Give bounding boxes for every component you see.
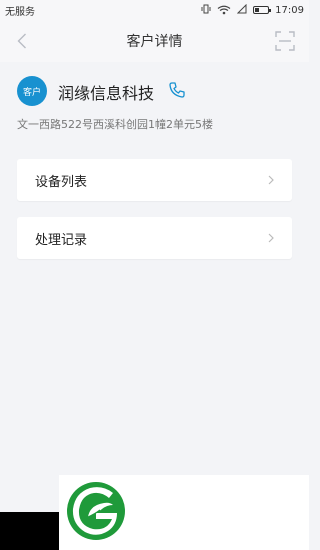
- customer-address: 文一西路522号西溪科创园1幢2单元5楼: [17, 118, 213, 131]
- chevron-left-icon: [17, 33, 26, 49]
- clock-text: 17:09: [275, 4, 304, 16]
- nav-bar: 客户详情: [0, 20, 309, 62]
- carrier-text: 无服务: [5, 6, 35, 18]
- process-records-label: 处理记录: [35, 232, 88, 248]
- company-name: 润缘信息科技: [58, 84, 155, 103]
- signal-off-icon: [236, 3, 247, 17]
- customer-header: 客户 润缘信息科技 文一西路522号西溪科创园1幢2单元5楼: [0, 62, 309, 150]
- scan-button[interactable]: [273, 29, 297, 53]
- process-records-item[interactable]: 处理记录: [17, 217, 292, 259]
- device-list-label: 设备列表: [35, 174, 88, 190]
- battery-icon: [253, 6, 272, 14]
- chevron-right-icon: [268, 233, 274, 243]
- customer-badge: 客户: [17, 76, 47, 106]
- vibrate-icon: [201, 4, 211, 17]
- status-icons: 17:09: [201, 3, 304, 17]
- back-button[interactable]: [10, 29, 34, 53]
- wifi-icon: [217, 5, 231, 15]
- device-list-item[interactable]: 设备列表: [17, 159, 292, 201]
- scan-icon: [275, 31, 295, 51]
- status-bar: 无服务 17:09: [0, 0, 309, 20]
- page-title: 客户详情: [126, 34, 183, 50]
- bottom-black-region: [0, 512, 59, 550]
- customer-detail-screen: 无服务 17:09 客户详情 客户 润缘信息科技 文一西路522号西溪科创园1幢…: [0, 0, 309, 550]
- phone-icon[interactable]: [168, 81, 186, 99]
- chevron-right-icon: [268, 175, 274, 185]
- leaf-logo: [66, 481, 126, 541]
